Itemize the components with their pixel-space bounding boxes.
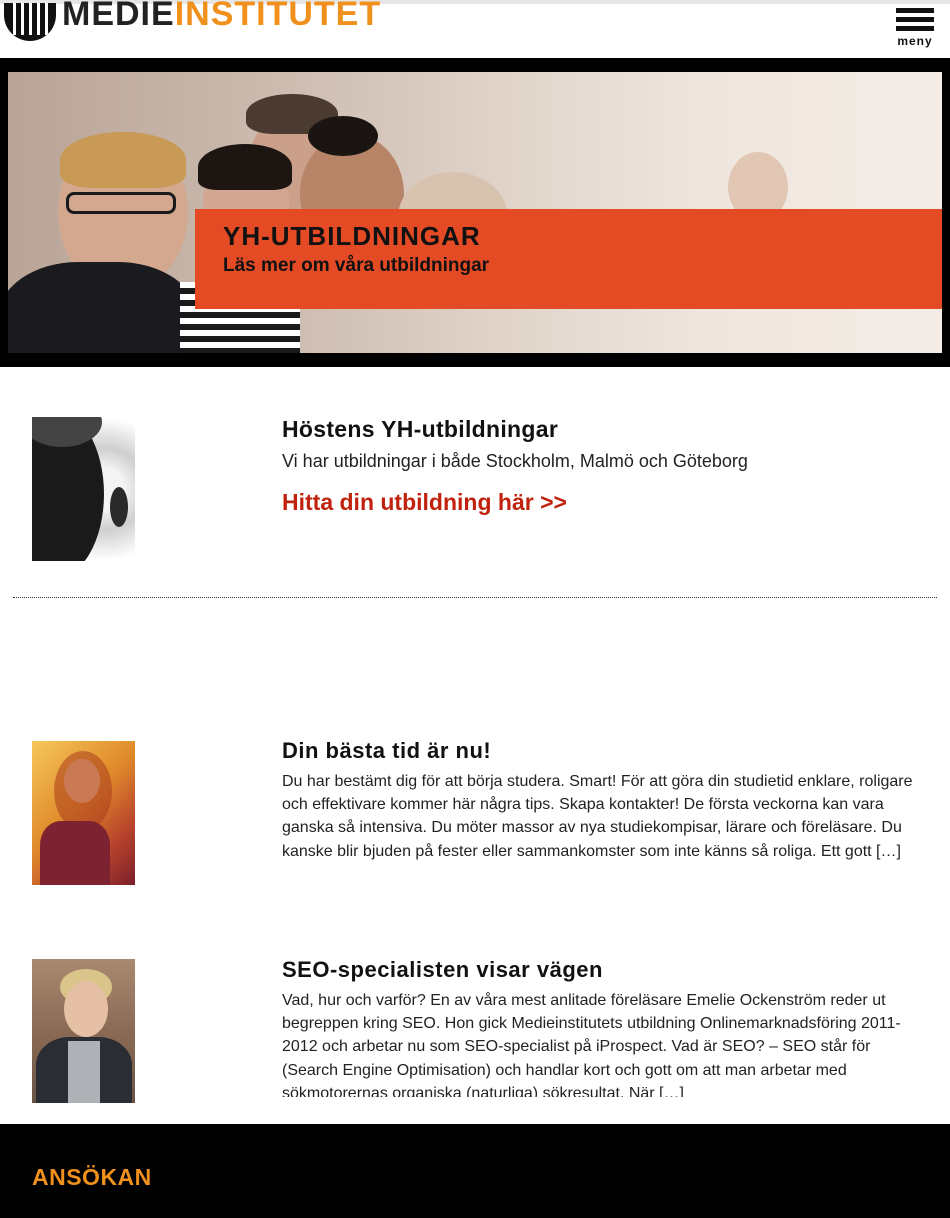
site-footer: ANSÖKAN — [0, 1124, 950, 1218]
logo-text: MEDIEINSTITUTET — [62, 0, 381, 34]
hamburger-bar — [896, 17, 934, 22]
hamburger-icon — [896, 8, 934, 13]
article-excerpt: Vad, hur och varför? En av våra mest anl… — [282, 992, 901, 1097]
section-divider — [13, 597, 937, 598]
hero-subtitle: Läs mer om våra utbildningar — [223, 255, 490, 276]
featured-text: Vi har utbildningar i både Stockholm, Ma… — [282, 451, 748, 471]
hero-title: YH-UTBILDNINGAR — [223, 221, 481, 251]
site-logo[interactable]: MEDIEINSTITUTET — [4, 0, 381, 42]
featured-thumbnail[interactable] — [32, 417, 135, 561]
featured-link[interactable]: Hitta din utbildning här >> — [282, 489, 567, 516]
site-header: MEDIEINSTITUTET meny — [0, 0, 950, 58]
logo-mark-icon — [4, 3, 56, 41]
article-thumbnail[interactable] — [32, 959, 135, 1103]
article-title[interactable]: SEO-specialisten visar vägen — [282, 957, 603, 983]
hero-caption-box[interactable]: YH-UTBILDNINGAR Läs mer om våra utbildni… — [195, 209, 942, 309]
menu-button[interactable]: meny — [894, 8, 936, 48]
logo-text-part1: MEDIE — [62, 0, 175, 33]
footer-title[interactable]: ANSÖKAN — [32, 1164, 152, 1191]
menu-label: meny — [897, 34, 933, 48]
article-thumbnail[interactable] — [32, 741, 135, 885]
featured-title[interactable]: Höstens YH-utbildningar — [282, 416, 558, 443]
logo-text-part2: INSTITUTET — [174, 0, 382, 33]
article-excerpt: Du har bestämt dig för att börja studera… — [282, 773, 913, 860]
hero-banner[interactable]: YH-UTBILDNINGAR Läs mer om våra utbildni… — [0, 58, 950, 367]
hamburger-bar — [896, 26, 934, 31]
article-title[interactable]: Din bästa tid är nu! — [282, 738, 491, 764]
